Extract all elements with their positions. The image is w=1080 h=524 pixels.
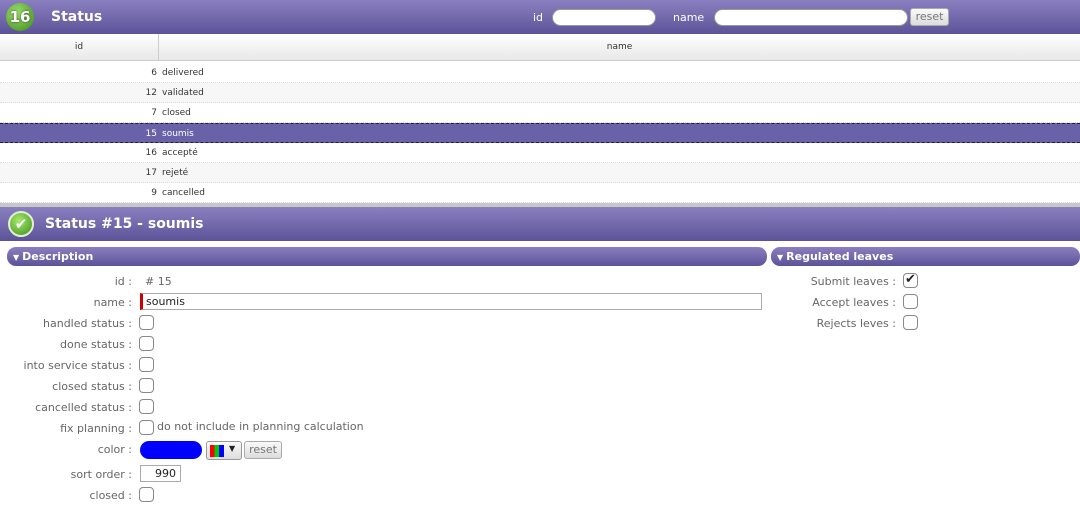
closed-label: closed : — [89, 489, 132, 502]
id-filter-input[interactable] — [552, 9, 656, 26]
row-name: rejeté — [162, 168, 189, 178]
list-header-bar: 16 Status id name reset — [0, 0, 1080, 34]
chevron-down-icon: ▼ — [13, 253, 20, 262]
row-name: cancelled — [162, 188, 205, 198]
color-picker-button[interactable]: ▼ — [206, 441, 242, 460]
submit-leaves-label: Submit leaves : — [810, 275, 896, 288]
chevron-down-icon: ▼ — [777, 253, 784, 262]
fix-planning-checkbox[interactable] — [139, 420, 154, 435]
handled-status-checkbox[interactable] — [139, 315, 154, 330]
accept-leaves-checkbox[interactable] — [903, 294, 918, 309]
table-row-selected[interactable]: 15 soumis — [0, 123, 1080, 143]
row-id: 9 — [151, 188, 157, 198]
chevron-down-icon: ▼ — [229, 444, 236, 453]
closed-status-label: closed status : — [52, 380, 132, 393]
sort-order-label: sort order : — [70, 468, 132, 481]
color-reset-button[interactable]: reset — [244, 441, 282, 459]
done-status-checkbox[interactable] — [139, 336, 154, 351]
row-id: 7 — [151, 108, 157, 118]
detail-title: Status #15 - soumis — [45, 216, 204, 232]
column-header-id[interactable]: id — [0, 34, 159, 61]
palette-icon — [210, 445, 224, 457]
table-row[interactable]: 6 delivered — [0, 63, 1080, 83]
sort-order-input[interactable]: 990 — [140, 465, 181, 482]
id-filter-label: id — [533, 11, 544, 24]
accept-leaves-label: Accept leaves : — [812, 296, 896, 309]
row-id: 12 — [145, 88, 157, 98]
name-filter-label: name — [673, 11, 705, 24]
closed-status-checkbox[interactable] — [139, 378, 154, 393]
row-id: 17 — [145, 168, 157, 178]
row-name: delivered — [162, 68, 204, 78]
name-field[interactable]: soumis — [140, 293, 762, 310]
filter-reset-button[interactable]: reset — [910, 8, 949, 26]
table-row[interactable]: 12 validated — [0, 83, 1080, 103]
into-service-status-label: into service status : — [23, 359, 132, 372]
cancelled-status-label: cancelled status : — [35, 401, 132, 414]
page-title: Status — [51, 9, 103, 25]
checkmark-icon: ✔ — [905, 272, 916, 287]
rejects-leaves-checkbox[interactable] — [903, 315, 918, 330]
name-filter-input[interactable] — [714, 9, 908, 26]
table-row[interactable]: 16 accepté — [0, 143, 1080, 163]
into-service-status-checkbox[interactable] — [139, 357, 154, 372]
status-list: 6 delivered 12 validated 7 closed 15 sou… — [0, 63, 1080, 203]
cancelled-status-checkbox[interactable] — [139, 399, 154, 414]
regulated-leaves-section-label: Regulated leaves — [786, 250, 894, 263]
done-status-label: done status : — [60, 338, 132, 351]
row-name: soumis — [162, 129, 194, 139]
row-name: accepté — [162, 148, 198, 158]
table-row[interactable]: 9 cancelled — [0, 183, 1080, 203]
item-count-badge: 16 — [6, 3, 34, 31]
closed-checkbox[interactable] — [139, 487, 154, 502]
fix-planning-label: fix planning : — [60, 422, 132, 435]
fix-planning-hint: do not include in planning calculation — [157, 420, 364, 433]
name-label: name : — [93, 296, 132, 309]
grid-header: id name — [0, 34, 1080, 61]
detail-header-bar: ✔ Status #15 - soumis — [0, 207, 1080, 241]
table-row[interactable]: 17 rejeté — [0, 163, 1080, 183]
row-name: validated — [162, 88, 204, 98]
color-label: color : — [97, 443, 132, 456]
row-name: closed — [162, 108, 191, 118]
color-field[interactable] — [140, 441, 202, 459]
row-id: 6 — [151, 68, 157, 78]
rejects-leaves-label: Rejects leves : — [816, 317, 896, 330]
id-value: # 15 — [145, 275, 172, 288]
regulated-leaves-section-header[interactable]: ▼ Regulated leaves — [771, 247, 1080, 266]
row-id: 15 — [145, 129, 157, 139]
row-id: 16 — [145, 148, 157, 158]
submit-leaves-checkbox[interactable]: ✔ — [903, 273, 918, 288]
description-section-header[interactable]: ▼ Description — [7, 247, 767, 266]
table-row[interactable]: 7 closed — [0, 103, 1080, 123]
id-label: id : — [114, 275, 132, 288]
description-section-label: Description — [22, 250, 94, 263]
check-icon: ✔ — [8, 211, 34, 237]
handled-status-label: handled status : — [43, 317, 132, 330]
column-header-name[interactable]: name — [159, 34, 1080, 61]
